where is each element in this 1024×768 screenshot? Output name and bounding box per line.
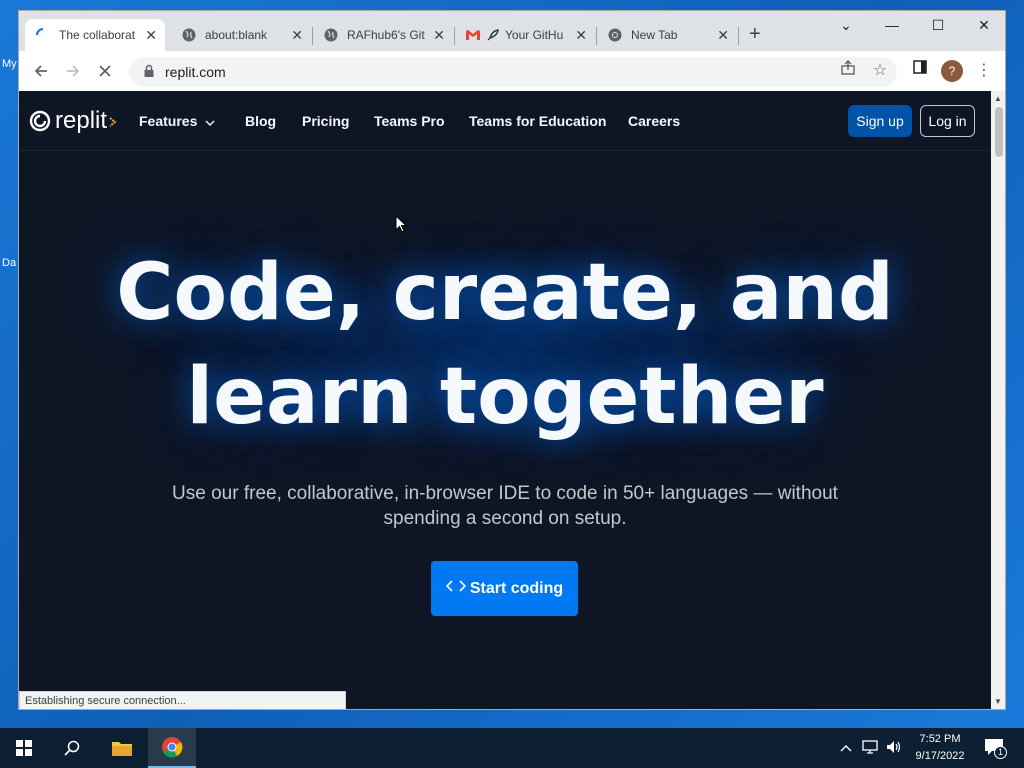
hero-heading: Code, create, and learn together — [19, 241, 991, 449]
scroll-down-arrow-icon[interactable]: ▼ — [994, 697, 1002, 706]
windows-start-icon[interactable] — [0, 728, 48, 768]
notification-center-icon[interactable]: 1 — [984, 738, 1007, 759]
site-navbar: replit Features Blog Pricing Teams Pro T… — [19, 91, 991, 151]
hero-subtitle-line-2: spending a second on setup. — [383, 508, 627, 529]
tab-search-chevron-icon[interactable]: ⌄ — [831, 17, 861, 34]
volume-icon[interactable] — [886, 740, 902, 757]
new-tab-plus-icon[interactable]: + — [749, 24, 761, 44]
nav-teams-for-education[interactable]: Teams for Education — [469, 113, 606, 129]
chrome-taskbar-icon[interactable] — [148, 728, 196, 768]
tab-new-tab[interactable]: New Tab ✕ — [597, 19, 737, 51]
hero-line-2: learn together — [186, 352, 824, 442]
stop-loading-icon[interactable] — [95, 61, 115, 81]
show-hidden-icons-chevron-icon[interactable] — [840, 740, 852, 755]
close-icon[interactable]: ✕ — [575, 27, 587, 44]
nav-careers[interactable]: Careers — [628, 113, 680, 129]
kebab-menu-icon[interactable]: ⋮ — [973, 60, 995, 80]
star-bookmark-icon[interactable]: ☆ — [869, 60, 891, 80]
close-window-icon[interactable]: ✕ — [969, 17, 999, 34]
log-in-button[interactable]: Log in — [920, 105, 975, 137]
replit-logo-icon — [29, 110, 51, 132]
maximize-icon[interactable]: ☐ — [923, 17, 953, 34]
status-bubble: Establishing secure connection... — [19, 691, 346, 709]
tab-github[interactable]: Your GitHu ✕ — [455, 19, 595, 51]
hero-subtitle: Use our free, collaborative, in-browser … — [139, 481, 871, 531]
address-bar[interactable]: replit.com — [129, 57, 897, 87]
minimize-icon[interactable]: — — [877, 17, 907, 33]
tab-title: Your GitHu — [505, 28, 563, 42]
globe-icon — [323, 27, 339, 43]
tab-divider — [738, 27, 739, 45]
forward-arrow-icon[interactable] — [63, 61, 83, 81]
sign-up-button[interactable]: Sign up — [848, 105, 912, 137]
close-icon[interactable]: ✕ — [145, 27, 157, 44]
replit-logo[interactable]: replit — [29, 107, 117, 135]
tab-strip: The collaborat ✕ about:blank ✕ RAFhub6's… — [19, 11, 1005, 51]
start-coding-button[interactable]: Start coding — [431, 561, 578, 616]
file-explorer-icon[interactable] — [98, 728, 146, 768]
code-brackets-icon — [445, 579, 466, 598]
clock-date: 9/17/2022 — [915, 750, 965, 762]
system-clock[interactable]: 7:52 PM 9/17/2022 — [905, 731, 975, 765]
url-text[interactable]: replit.com — [165, 64, 226, 80]
close-icon[interactable]: ✕ — [291, 27, 303, 44]
side-panel-icon[interactable] — [909, 60, 931, 79]
share-icon[interactable] — [837, 60, 859, 81]
notification-count-badge: 1 — [994, 746, 1007, 759]
back-arrow-icon[interactable] — [31, 61, 51, 81]
lock-icon[interactable] — [143, 64, 155, 81]
search-icon[interactable] — [48, 728, 96, 768]
windows-taskbar: 7:52 PM 9/17/2022 1 — [0, 728, 1024, 768]
hero-line-1: Code, create, and — [116, 248, 894, 338]
close-icon[interactable]: ✕ — [433, 27, 445, 44]
profile-avatar[interactable]: ? — [941, 60, 963, 82]
tab-title: The collaborat — [59, 28, 136, 42]
tab-title: about:blank — [205, 28, 268, 42]
vertical-scrollbar[interactable]: ▲ ▼ — [991, 91, 1005, 709]
close-icon[interactable]: ✕ — [717, 27, 729, 44]
desktop-icon-label[interactable]: My — [2, 58, 17, 70]
page-viewport: replit Features Blog Pricing Teams Pro T… — [19, 91, 991, 709]
scrollbar-thumb[interactable] — [995, 107, 1003, 157]
tab-github-profile[interactable]: RAFhub6's Git ✕ — [313, 19, 453, 51]
chrome-icon — [607, 27, 623, 43]
clock-time: 7:52 PM — [919, 733, 961, 745]
logo-text: replit — [55, 107, 108, 134]
desktop-icon-label[interactable]: Da — [2, 257, 16, 269]
rocket-icon — [485, 27, 501, 43]
tab-title: RAFhub6's Git — [347, 28, 425, 42]
hero-subtitle-line-1: Use our free, collaborative, in-browser … — [172, 483, 838, 504]
tab-title: New Tab — [631, 28, 678, 42]
tab-replit[interactable]: The collaborat ✕ — [25, 19, 165, 51]
start-coding-label: Start coding — [469, 579, 564, 597]
nav-features[interactable]: Features — [139, 113, 215, 129]
loading-spinner-icon — [35, 27, 51, 43]
nav-features-label: Features — [139, 113, 198, 129]
chevron-down-icon — [205, 113, 215, 129]
scroll-up-arrow-icon[interactable]: ▲ — [994, 94, 1002, 103]
logo-chevron-icon — [109, 107, 117, 135]
nav-teams-pro[interactable]: Teams Pro — [374, 113, 445, 129]
gmail-icon — [465, 27, 481, 43]
nav-blog[interactable]: Blog — [245, 113, 276, 129]
network-icon[interactable] — [862, 740, 878, 757]
nav-pricing[interactable]: Pricing — [302, 113, 349, 129]
browser-toolbar: replit.com ☆ ? ⋮ — [19, 51, 1005, 91]
globe-icon — [181, 27, 197, 43]
tab-about-blank[interactable]: about:blank ✕ — [171, 19, 311, 51]
browser-window: The collaborat ✕ about:blank ✕ RAFhub6's… — [18, 10, 1006, 710]
mouse-cursor-icon — [395, 215, 407, 233]
